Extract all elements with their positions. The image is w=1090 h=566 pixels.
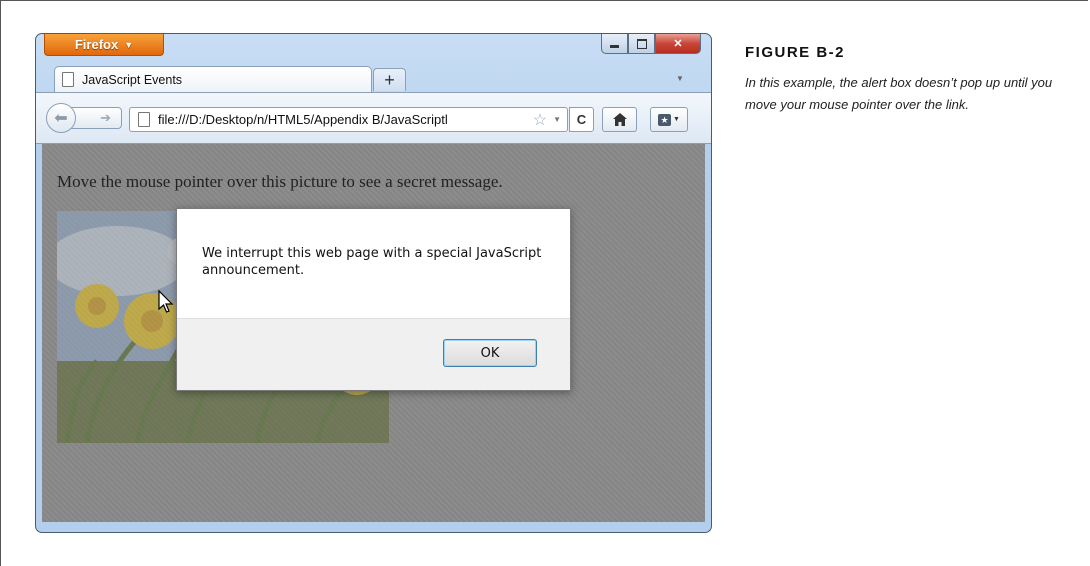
forward-arrow-icon: ➔ [100, 110, 111, 125]
alert-footer: OK [177, 318, 570, 390]
tab-list-icon[interactable]: ▼ [676, 74, 684, 83]
url-bar[interactable]: file:///D:/Desktop/n/HTML5/Appendix B/Ja… [129, 107, 568, 132]
history-dropdown-icon[interactable]: ▼ [553, 115, 561, 124]
mouse-pointer-icon [158, 290, 174, 313]
page-icon [138, 112, 150, 127]
reload-button[interactable]: C [569, 107, 594, 132]
minimize-button[interactable] [601, 34, 628, 54]
page-message-text: Move the mouse pointer over this picture… [57, 172, 503, 191]
tab-title: JavaScript Events [82, 72, 183, 87]
ok-button[interactable]: OK [443, 339, 537, 367]
window-controls: ✕ [601, 34, 701, 54]
chevron-down-icon: ▼ [124, 39, 134, 50]
close-icon: ✕ [673, 38, 683, 50]
home-button[interactable] [602, 107, 637, 132]
bookmarks-icon: ★ [658, 113, 672, 126]
figure-caption: In this example, the alert box doesn’t p… [745, 75, 1053, 112]
navigation-toolbar: ➔ ⬅ file:///D:/Desktop/n/HTML5/Appendix … [36, 92, 711, 144]
minimize-icon [610, 45, 619, 48]
chevron-down-icon: ▼ [673, 116, 680, 123]
close-button[interactable]: ✕ [655, 34, 701, 54]
forward-button[interactable]: ➔ [70, 107, 122, 129]
back-button[interactable]: ⬅ [46, 103, 76, 133]
bookmark-star-icon[interactable]: ☆ [533, 110, 547, 130]
home-icon [612, 113, 627, 126]
maximize-button[interactable] [628, 34, 655, 54]
bookmarks-button[interactable]: ★ ▼ [650, 107, 688, 132]
back-forward-group: ➔ ⬅ [46, 103, 124, 133]
firefox-menu-label: Firefox [74, 37, 119, 52]
plus-icon: + [384, 69, 395, 90]
alert-message: We interrupt this web page with a specia… [202, 246, 542, 278]
alert-dialog: We interrupt this web page with a specia… [176, 208, 571, 391]
new-tab-button[interactable]: + [373, 68, 406, 91]
reload-icon: C [576, 112, 587, 127]
back-arrow-icon: ⬅ [54, 110, 68, 127]
page-icon [62, 72, 74, 87]
maximize-icon [636, 38, 647, 49]
firefox-menu-button[interactable]: Firefox ▼ [44, 34, 164, 56]
figure-title: FIGURE B-2 [745, 44, 846, 61]
url-text: file:///D:/Desktop/n/HTML5/Appendix B/Ja… [158, 112, 448, 127]
tab-javascript-events[interactable]: JavaScript Events [54, 66, 372, 92]
